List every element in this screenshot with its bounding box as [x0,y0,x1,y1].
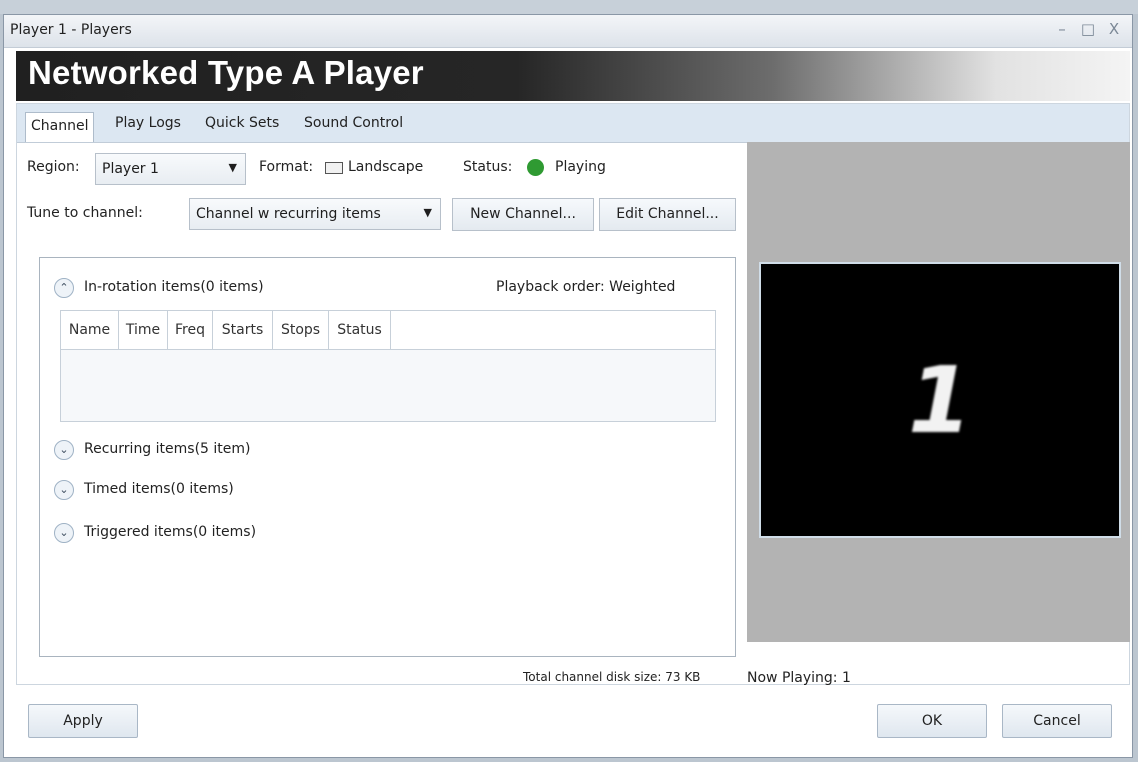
preview-pane: 1 [747,142,1130,642]
region-label: Region: [27,159,80,175]
ok-button[interactable]: OK [877,704,987,738]
playback-order: Playback order: Weighted [496,279,676,295]
column-starts[interactable]: Starts [213,311,273,349]
channel-items-panel: ⌃ In-rotation items(0 items) Playback or… [39,257,736,657]
minimize-icon[interactable]: – [1054,20,1070,38]
chevron-up-icon[interactable]: ⌃ [54,278,74,298]
banner-title: Networked Type A Player [28,54,424,91]
timed-section-label: Timed items(0 items) [84,481,234,497]
background-strip [0,0,1138,14]
triggered-section-label: Triggered items(0 items) [84,524,257,540]
tab-bar: Channel Play Logs Quick Sets Sound Contr… [17,104,1129,143]
chevron-down-icon[interactable]: ⌄ [54,523,74,543]
apply-button[interactable]: Apply [28,704,138,738]
preview-screen: 1 [759,262,1121,538]
tab-play-logs[interactable]: Play Logs [115,115,181,131]
region-value: Player 1 [102,161,159,177]
column-status[interactable]: Status [329,311,391,349]
tab-quick-sets[interactable]: Quick Sets [205,115,279,131]
table-header: Name Time Freq Starts Stops Status [61,311,715,350]
tab-channel[interactable]: Channel [25,112,95,142]
tab-sound-control[interactable]: Sound Control [304,115,403,131]
in-rotation-table: Name Time Freq Starts Stops Status [60,310,716,422]
column-freq[interactable]: Freq [168,311,213,349]
window-controls: – □ X [1054,20,1122,38]
region-dropdown[interactable]: Player 1 ▼ [95,153,246,185]
now-playing: Now Playing: 1 [747,670,851,686]
new-channel-button[interactable]: New Channel... [452,198,594,231]
format-value: Landscape [348,159,424,175]
chevron-down-icon: ▼ [228,161,237,174]
window-title: Player 1 - Players [10,22,132,38]
edit-channel-button[interactable]: Edit Channel... [599,198,736,231]
cancel-button[interactable]: Cancel [1002,704,1112,738]
main-panel: Channel Play Logs Quick Sets Sound Contr… [16,103,1130,686]
landscape-icon [325,162,343,174]
in-rotation-section-label: In-rotation items(0 items) [84,279,264,295]
column-time[interactable]: Time [119,311,168,349]
recurring-section-label: Recurring items(5 item) [84,441,251,457]
column-stops[interactable]: Stops [273,311,329,349]
tune-label: Tune to channel: [27,205,143,221]
chevron-down-icon[interactable]: ⌄ [54,480,74,500]
column-name[interactable]: Name [61,311,119,349]
player-banner: Networked Type A Player [16,51,1130,101]
close-icon[interactable]: X [1106,20,1122,38]
chevron-down-icon[interactable]: ⌄ [54,440,74,460]
format-label: Format: [259,159,314,175]
channel-dropdown[interactable]: Channel w recurring items ▼ [189,198,441,230]
title-bar[interactable]: Player 1 - Players – □ X [4,15,1132,48]
players-dialog: Player 1 - Players – □ X Networked Type … [3,14,1133,758]
preview-content: 1 [907,346,972,454]
status-label: Status: [463,159,513,175]
maximize-icon[interactable]: □ [1080,20,1096,38]
disk-size: Total channel disk size: 73 KB [523,670,701,684]
status-indicator-icon [527,159,544,176]
chevron-down-icon: ▼ [423,206,432,219]
channel-value: Channel w recurring items [196,206,381,222]
status-value: Playing [555,159,606,175]
